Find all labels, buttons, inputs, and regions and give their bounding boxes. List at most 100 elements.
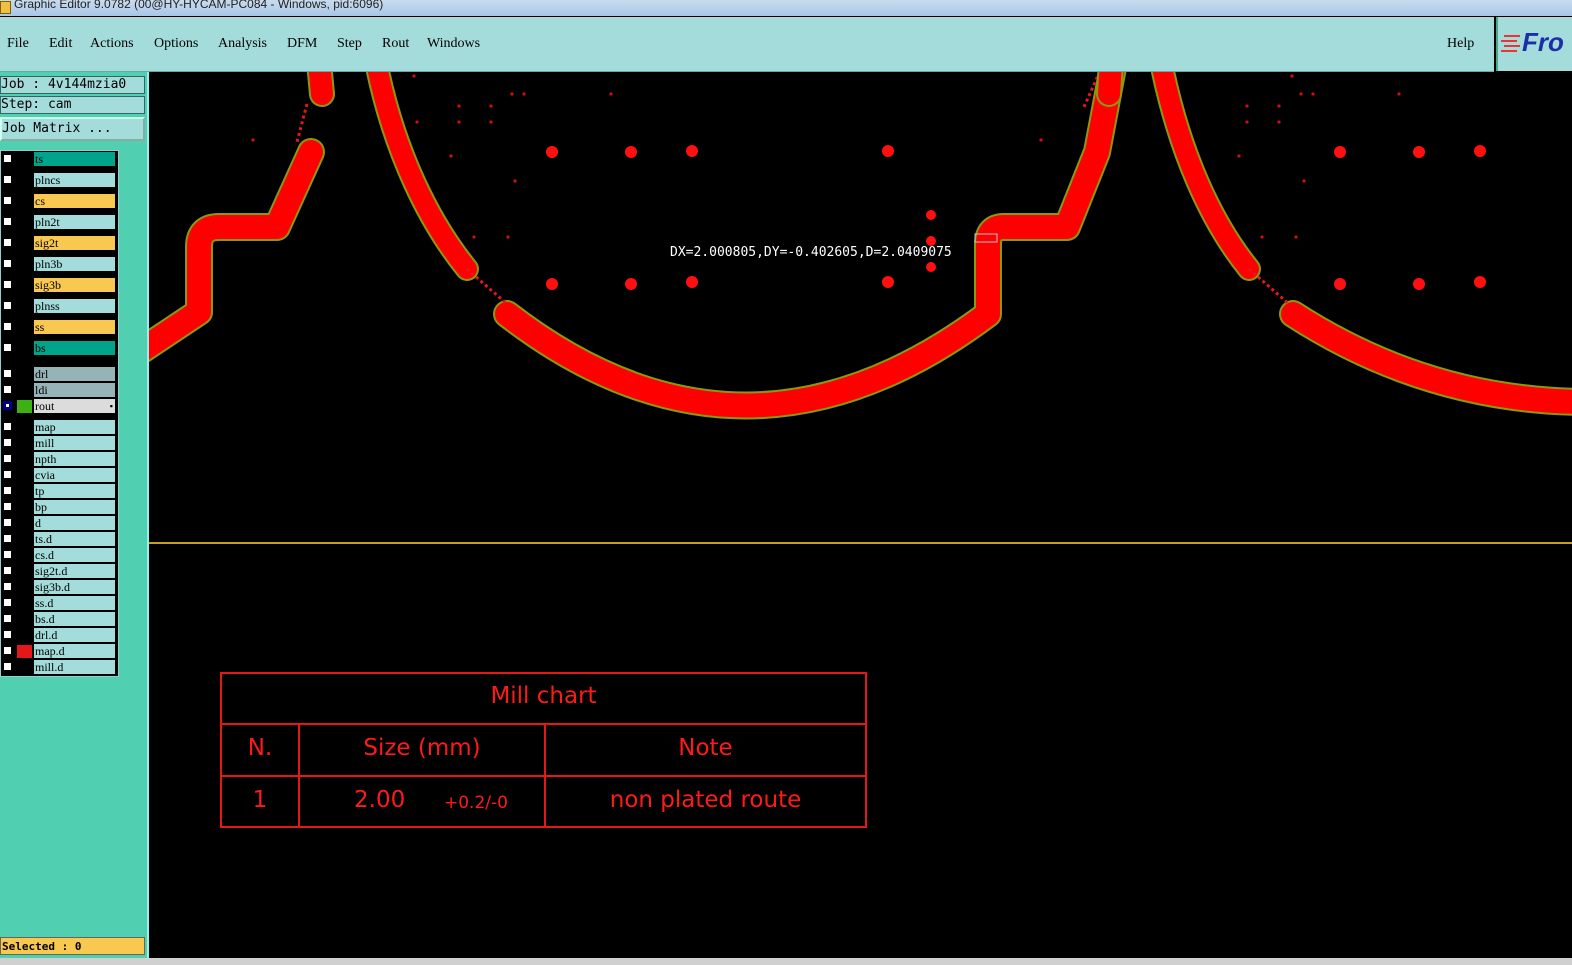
layer-checkbox[interactable] [3,154,12,163]
layer-row-mill-d[interactable]: mill.d [1,660,116,675]
layer-row-ss-d[interactable]: ss.d [1,596,116,611]
layer-name: sig2t [34,236,115,250]
job-matrix-button[interactable]: Job Matrix ... [0,117,145,141]
menu-analysis[interactable]: Analysis [218,36,267,52]
cell-number: 1 [252,787,268,813]
pad [1413,146,1425,158]
menu-dfm[interactable]: DFM [287,36,317,52]
layer-row-map-d[interactable]: map.d [1,644,116,659]
layer-name: sig2t.d [34,564,115,578]
layer-row-drl-d[interactable]: drl.d [1,628,116,643]
layer-row-pln2t[interactable]: pln2t [1,215,116,230]
pad [1474,276,1486,288]
layer-row-bs[interactable]: bs [1,341,116,356]
layer-row-npth[interactable]: npth [1,452,116,467]
title-bar: Graphic Editor 9.0782 (00@HY-HYCAM-PC084… [0,0,1572,16]
layer-name: cs.d [34,548,115,562]
pad [926,210,936,220]
layer-checkbox[interactable] [3,566,12,575]
layer-checkbox[interactable] [3,401,12,410]
layer-checkbox[interactable] [3,369,12,378]
layer-checkbox[interactable] [3,175,12,184]
layer-name: mill.d [34,660,115,674]
layer-checkbox[interactable] [3,470,12,479]
layer-row-sig3b[interactable]: sig3b [1,278,116,293]
layer-row-cs[interactable]: cs [1,194,116,209]
layer-checkbox[interactable] [3,196,12,205]
layer-row-bs-d[interactable]: bs.d [1,612,116,627]
layer-checkbox[interactable] [3,280,12,289]
menu-help[interactable]: Help [1447,36,1474,52]
layer-checkbox[interactable] [3,454,12,463]
layer-row-mill[interactable]: mill [1,436,116,451]
layer-sidebar: Job : 4v144mzia0 Step: cam Job Matrix ..… [0,72,149,965]
layer-list: ts plncs cs pln2t sig2t pln3b sig3b plnss ss bs dr… [0,150,119,677]
layer-row-d[interactable]: d [1,516,116,531]
layer-checkbox[interactable] [3,422,12,431]
layer-checkbox[interactable] [3,630,12,639]
layer-checkbox[interactable] [3,534,12,543]
layer-row-pln3b[interactable]: pln3b [1,257,116,272]
layer-row-cvia[interactable]: cvia [1,468,116,483]
layer-row-ts-d[interactable]: ts.d [1,532,116,547]
layer-checkbox[interactable] [3,614,12,623]
layer-checkbox[interactable] [3,301,12,310]
layer-checkbox[interactable] [3,438,12,447]
cell-size: 2.00 [354,787,406,813]
layer-checkbox[interactable] [3,343,12,352]
layer-row-sig3b-d[interactable]: sig3b.d [1,580,116,595]
pad [625,278,637,290]
menu-actions[interactable]: Actions [90,36,134,52]
layer-name: drl [34,367,115,381]
menu-windows[interactable]: Windows [427,36,480,52]
menu-options[interactable]: Options [154,36,198,52]
menu-rout[interactable]: Rout [382,36,409,52]
menu-file[interactable]: File [7,36,29,52]
layer-checkbox[interactable] [3,646,12,655]
step-label: Step: cam [0,96,145,114]
layer-row-bp[interactable]: bp [1,500,116,515]
header-size: Size (mm) [363,735,481,761]
layer-checkbox[interactable] [3,582,12,591]
layer-checkbox[interactable] [3,550,12,559]
layer-name: sig3b.d [34,580,115,594]
menu-step[interactable]: Step [337,36,362,52]
header-note: Note [678,735,733,761]
pad [882,276,894,288]
status-strip [0,958,1572,965]
layer-row-plnss[interactable]: plnss [1,299,116,314]
mill-chart-table: Mill chart N. Size (mm) Note 1 2.00 +0.2… [220,672,867,828]
vendor-logo: Fro [1496,17,1572,71]
layer-row-cs-d[interactable]: cs.d [1,548,116,563]
layer-checkbox[interactable] [3,598,12,607]
pad [1474,145,1486,157]
layer-row-sig2t[interactable]: sig2t [1,236,116,251]
layer-name: pln2t [34,215,115,229]
layer-row-ldi[interactable]: ldi [1,383,116,398]
rout-path-center [365,72,1127,420]
layer-checkbox[interactable] [3,486,12,495]
layer-row-ts[interactable]: ts [1,152,116,167]
layer-checkbox[interactable] [3,259,12,268]
layer-row-rout[interactable]: rout ▪ [1,399,116,414]
layer-checkbox[interactable] [3,502,12,511]
layer-color-swatch [17,645,32,658]
layer-checkbox[interactable] [3,217,12,226]
layer-row-tp[interactable]: tp [1,484,116,499]
layer-row-plncs[interactable]: plncs [1,173,116,188]
layer-row-map[interactable]: map [1,420,116,435]
layer-checkbox[interactable] [3,238,12,247]
layer-checkbox[interactable] [3,518,12,527]
menu-edit[interactable]: Edit [49,36,72,52]
layer-row-drl[interactable]: drl [1,367,116,382]
pad [1413,278,1425,290]
layer-row-ss[interactable]: ss [1,320,116,335]
layer-checkbox[interactable] [3,322,12,331]
layer-active-marker-icon: ▪ [109,401,113,411]
pad [546,146,558,158]
pad [625,146,637,158]
layer-checkbox[interactable] [3,662,12,671]
layer-row-sig2t-d[interactable]: sig2t.d [1,564,116,579]
layer-checkbox[interactable] [3,385,12,394]
layer-name: bs [34,341,115,355]
